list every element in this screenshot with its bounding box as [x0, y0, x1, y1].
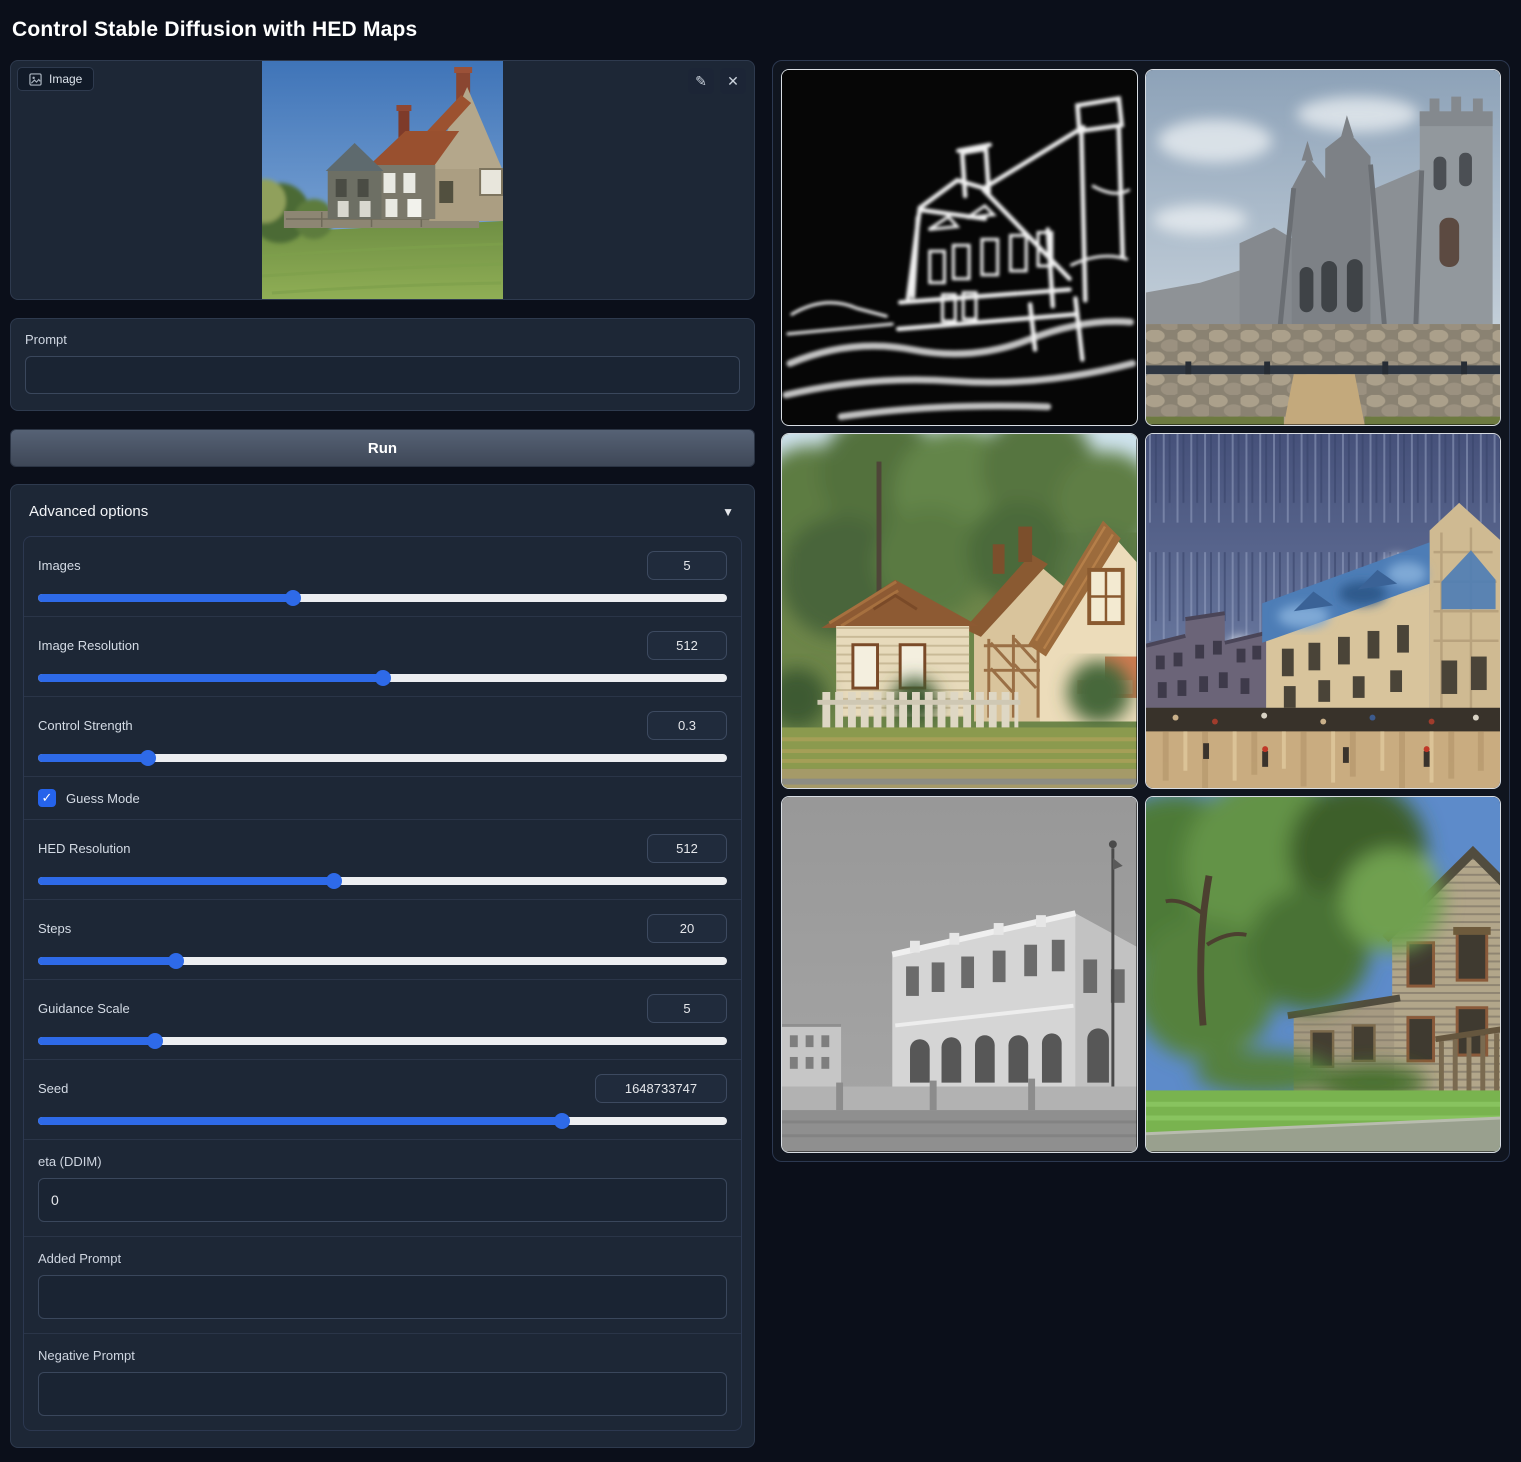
guidance-scale-slider[interactable] [38, 1037, 727, 1045]
advanced-options-header[interactable]: Advanced options ▼ [23, 497, 742, 522]
gallery-item-grayscale-photo[interactable] [781, 796, 1138, 1153]
clear-image-button[interactable]: ✕ [720, 68, 746, 94]
prompt-input[interactable] [25, 356, 740, 394]
image-upload-panel[interactable]: Image ✎ ✕ [10, 60, 755, 300]
eta-input[interactable] [38, 1178, 727, 1222]
guidance-scale-slider-label: Guidance Scale [38, 1001, 130, 1016]
slider-row-control-strength: Control Strength 0.3 [24, 696, 741, 776]
chevron-down-icon: ▼ [722, 505, 734, 519]
hed-resolution-slider[interactable] [38, 877, 727, 885]
impressionist-image [1146, 434, 1501, 789]
guidance-scale-value-input[interactable]: 5 [647, 994, 727, 1023]
control-strength-slider-label: Control Strength [38, 718, 133, 733]
run-button[interactable]: Run [10, 429, 755, 467]
slider-row-images: Images 5 [24, 537, 741, 616]
slider-row-image-resolution: Image Resolution 512 [24, 616, 741, 696]
eta-label: eta (DDIM) [38, 1154, 727, 1169]
images-slider[interactable] [38, 594, 727, 602]
gallery-item-cathedral[interactable] [1145, 69, 1502, 426]
advanced-options-panel: Advanced options ▼ Images 5 Image Resolu… [10, 484, 755, 1448]
prompt-label: Prompt [25, 332, 740, 347]
image-resolution-slider[interactable] [38, 674, 727, 682]
hed-resolution-value-input[interactable]: 512 [647, 834, 727, 863]
steps-value-input[interactable]: 20 [647, 914, 727, 943]
seed-slider[interactable] [38, 1117, 727, 1125]
app-page: Control Stable Diffusion with HED Maps I… [0, 0, 1521, 1462]
image-tab-label: Image [49, 72, 82, 86]
cottage-painting-image [782, 434, 1137, 789]
advanced-options-group: Images 5 Image Resolution 512 [23, 536, 742, 1431]
negative-prompt-row: Negative Prompt [24, 1333, 741, 1430]
control-strength-value-input[interactable]: 0.3 [647, 711, 727, 740]
slider-row-guidance-scale: Guidance Scale 5 [24, 979, 741, 1059]
negative-prompt-input[interactable] [38, 1372, 727, 1416]
prompt-panel: Prompt [10, 318, 755, 411]
guess-mode-row: ✓ Guess Mode [24, 776, 741, 819]
seed-value-input[interactable]: 1648733747 [595, 1074, 727, 1103]
gallery-item-impressionist[interactable] [1145, 433, 1502, 790]
images-value-input[interactable]: 5 [647, 551, 727, 580]
guess-mode-checkbox[interactable]: ✓ [38, 789, 56, 807]
grayscale-building-image [782, 797, 1137, 1152]
edit-image-button[interactable]: ✎ [688, 68, 714, 94]
cathedral-image [1146, 70, 1501, 425]
uploaded-image[interactable] [11, 61, 754, 299]
gallery-item-wooden-house[interactable] [1145, 796, 1502, 1153]
added-prompt-label: Added Prompt [38, 1251, 727, 1266]
image-resolution-slider-label: Image Resolution [38, 638, 139, 653]
slider-row-seed: Seed 1648733747 [24, 1059, 741, 1139]
image-tab[interactable]: Image [17, 67, 94, 91]
pencil-icon: ✎ [695, 73, 707, 90]
steps-slider[interactable] [38, 957, 727, 965]
control-strength-slider[interactable] [38, 754, 727, 762]
eta-row: eta (DDIM) [24, 1139, 741, 1236]
uploaded-house-photo [262, 61, 503, 299]
slider-row-steps: Steps 20 [24, 899, 741, 979]
close-icon: ✕ [727, 73, 739, 90]
gallery-item-hed-map[interactable] [781, 69, 1138, 426]
added-prompt-row: Added Prompt [24, 1236, 741, 1333]
advanced-options-title: Advanced options [29, 503, 148, 520]
hed-edge-map-image [782, 70, 1137, 425]
guess-mode-label: Guess Mode [66, 791, 140, 806]
wooden-house-image [1146, 797, 1501, 1152]
check-icon: ✓ [42, 790, 53, 806]
negative-prompt-label: Negative Prompt [38, 1348, 727, 1363]
image-resolution-value-input[interactable]: 512 [647, 631, 727, 660]
page-title: Control Stable Diffusion with HED Maps [12, 18, 1509, 42]
output-gallery [772, 60, 1510, 1162]
slider-row-hed-resolution: HED Resolution 512 [24, 819, 741, 899]
seed-slider-label: Seed [38, 1081, 68, 1096]
steps-slider-label: Steps [38, 921, 71, 936]
image-icon [29, 73, 42, 86]
hed-resolution-slider-label: HED Resolution [38, 841, 131, 856]
added-prompt-input[interactable] [38, 1275, 727, 1319]
images-slider-label: Images [38, 558, 81, 573]
gallery-item-cottage-painting[interactable] [781, 433, 1138, 790]
